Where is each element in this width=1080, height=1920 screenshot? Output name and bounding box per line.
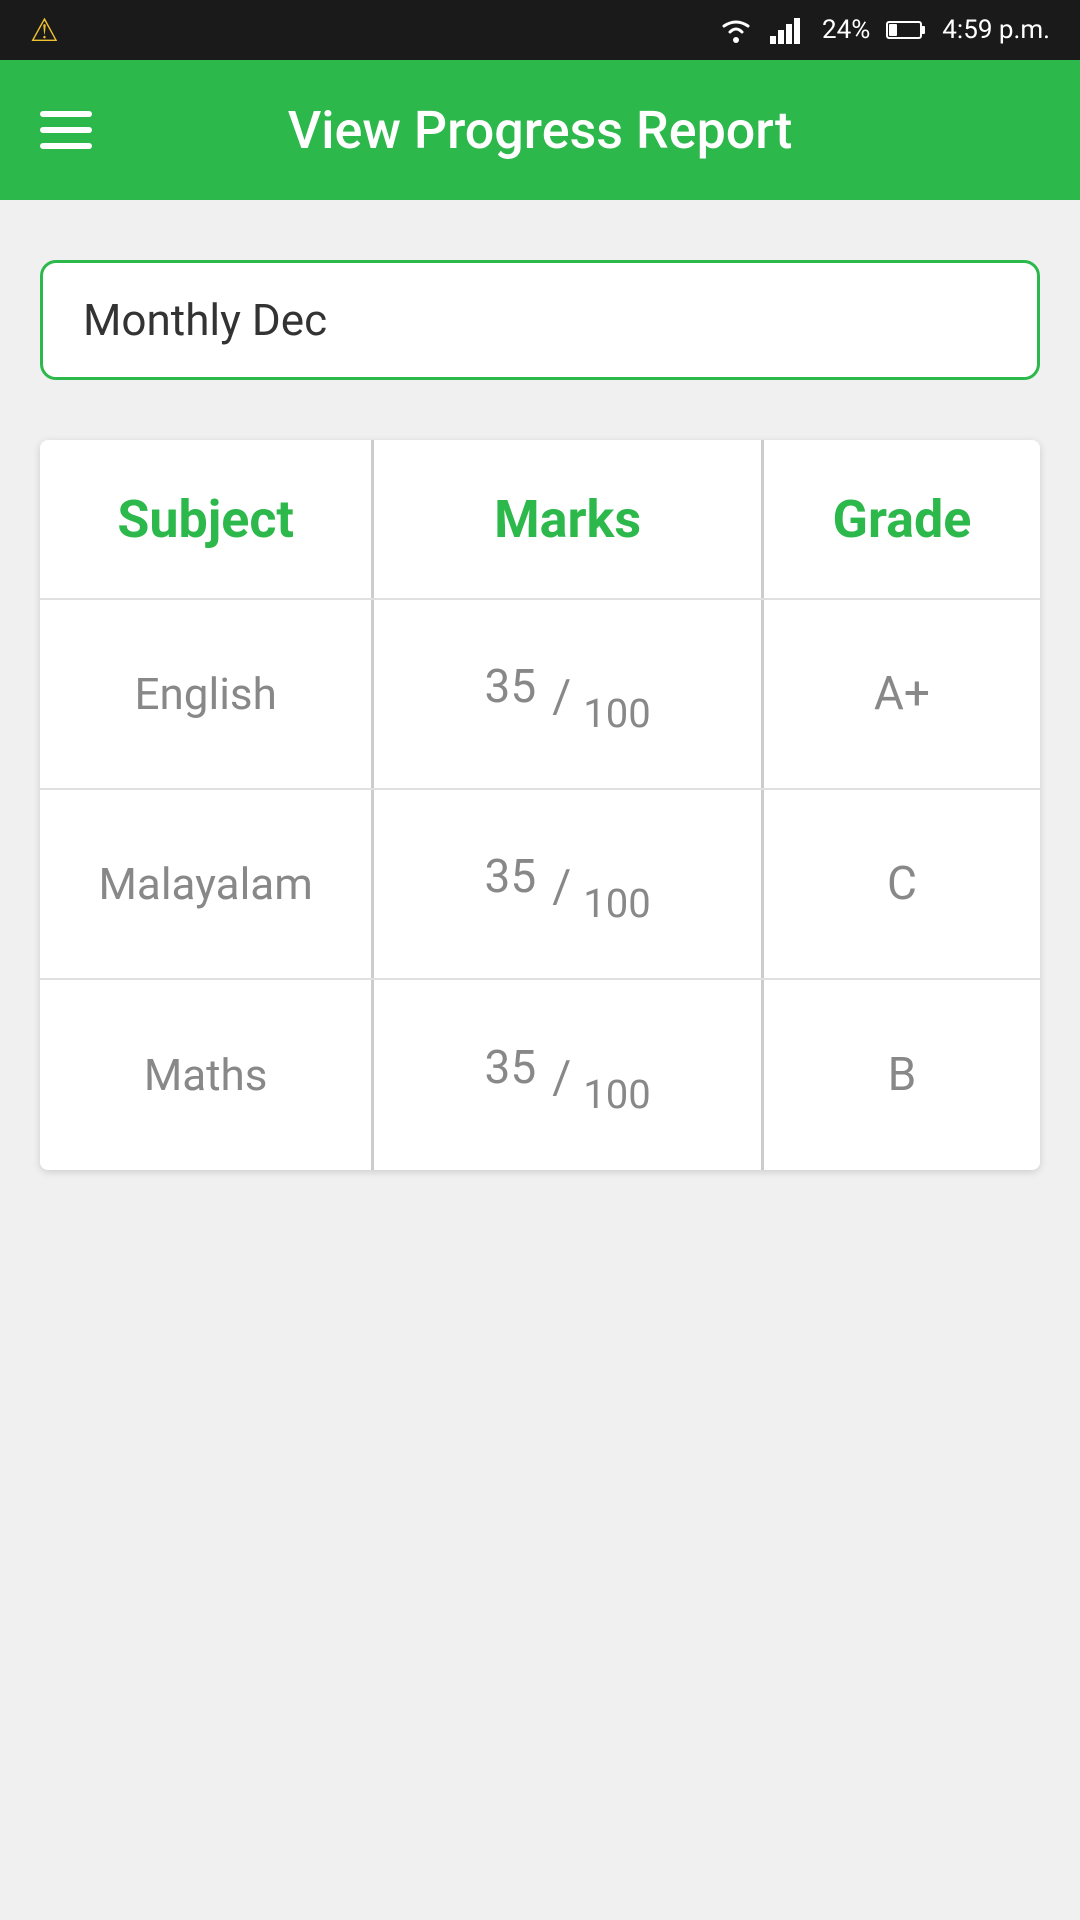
- maths-subject-label: Maths: [144, 1049, 268, 1101]
- table-header-row: Subject Marks Grade: [40, 440, 1040, 600]
- header-marks-label: Marks: [494, 489, 641, 550]
- maths-marks-total: 100: [583, 1075, 650, 1115]
- malayalam-grade-value: C: [887, 857, 917, 911]
- hamburger-line-2: [40, 127, 92, 133]
- progress-table: Subject Marks Grade English 35 / 100: [40, 440, 1040, 1170]
- hamburger-line-3: [40, 143, 92, 149]
- row-malayalam-grade: C: [764, 790, 1040, 978]
- battery-text: 24%: [822, 15, 870, 45]
- signal-icon: [770, 16, 806, 44]
- status-bar-left: ⚠: [30, 11, 59, 49]
- row-english-subject: English: [40, 600, 374, 788]
- app-bar: View Progress Report: [0, 60, 1080, 200]
- header-subject-label: Subject: [117, 489, 294, 550]
- row-malayalam-marks: 35 / 100: [374, 790, 764, 978]
- hamburger-menu-button[interactable]: [40, 111, 92, 149]
- english-marks-slash: /: [552, 674, 571, 720]
- malayalam-subject-label: Malayalam: [99, 858, 313, 910]
- row-english-marks: 35 / 100: [374, 600, 764, 788]
- maths-marks-value: 35: [485, 1045, 537, 1091]
- malayalam-marks-slash: /: [552, 864, 571, 910]
- table-row: English 35 / 100 A+: [40, 600, 1040, 790]
- table-row: Malayalam 35 / 100 C: [40, 790, 1040, 980]
- row-maths-marks: 35 / 100: [374, 980, 764, 1170]
- warning-icon: ⚠: [30, 11, 59, 49]
- header-marks: Marks: [374, 440, 764, 598]
- maths-marks-slash: /: [552, 1055, 571, 1101]
- english-subject-label: English: [134, 668, 276, 720]
- row-maths-grade: B: [764, 980, 1040, 1170]
- battery-icon: [886, 19, 926, 41]
- header-subject: Subject: [40, 440, 374, 598]
- page-title: View Progress Report: [132, 100, 948, 161]
- english-marks-total: 100: [583, 694, 650, 734]
- english-grade-value: A+: [874, 667, 930, 721]
- malayalam-marks-total: 100: [583, 884, 650, 924]
- malayalam-marks-value: 35: [485, 854, 537, 900]
- hamburger-line-1: [40, 111, 92, 117]
- header-grade-label: Grade: [833, 489, 972, 550]
- report-value: Monthly Dec: [83, 294, 327, 346]
- english-marks-value: 35: [485, 664, 537, 710]
- status-bar: ⚠ 24% 4:59 p.m.: [0, 0, 1080, 60]
- maths-marks-container: 35 / 100: [374, 1035, 761, 1115]
- english-marks-container: 35 / 100: [374, 654, 761, 734]
- main-content: Monthly Dec Subject Marks Grade English …: [0, 200, 1080, 1210]
- header-grade: Grade: [764, 440, 1040, 598]
- table-row: Maths 35 / 100 B: [40, 980, 1040, 1170]
- maths-grade-value: B: [888, 1048, 917, 1102]
- malayalam-marks-container: 35 / 100: [374, 844, 761, 924]
- row-malayalam-subject: Malayalam: [40, 790, 374, 978]
- time-text: 4:59 p.m.: [942, 15, 1050, 45]
- status-bar-right: 24% 4:59 p.m.: [718, 15, 1050, 45]
- wifi-icon: [718, 16, 754, 44]
- row-maths-subject: Maths: [40, 980, 374, 1170]
- row-english-grade: A+: [764, 600, 1040, 788]
- report-dropdown[interactable]: Monthly Dec: [40, 260, 1040, 380]
